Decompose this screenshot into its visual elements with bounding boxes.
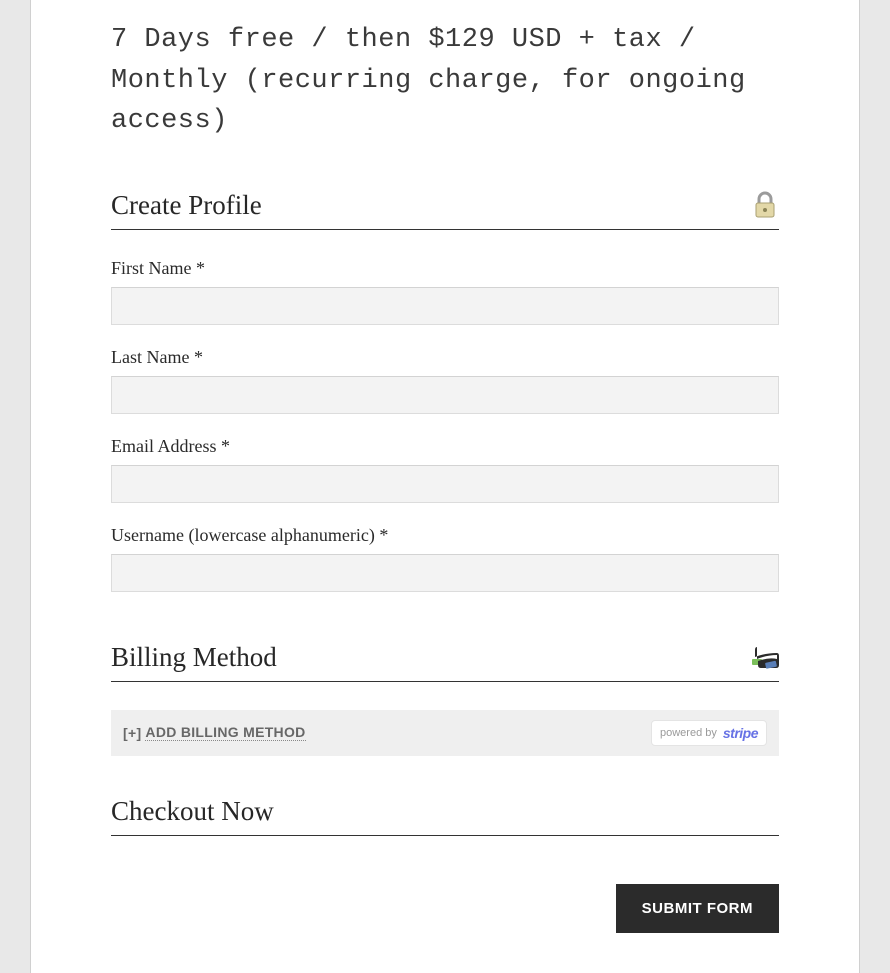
lock-icon <box>751 191 779 219</box>
submit-row: SUBMIT FORM <box>111 884 779 933</box>
username-input[interactable] <box>111 554 779 592</box>
last-name-label: Last Name * <box>111 347 779 368</box>
stripe-badge: powered by stripe <box>651 720 767 746</box>
username-group: Username (lowercase alphanumeric) * <box>111 525 779 592</box>
stripe-logo: stripe <box>723 725 758 741</box>
email-group: Email Address * <box>111 436 779 503</box>
first-name-group: First Name * <box>111 258 779 325</box>
billing-bar: [+] ADD BILLING METHOD powered by stripe <box>111 710 779 756</box>
submit-form-button[interactable]: SUBMIT FORM <box>616 884 779 933</box>
plus-icon: [+] <box>123 725 141 741</box>
checkout-heading: Checkout Now <box>111 796 779 827</box>
profile-heading: Create Profile <box>111 190 262 221</box>
first-name-label: First Name * <box>111 258 779 279</box>
checkout-heading-row: Checkout Now <box>111 796 779 836</box>
pricing-text: 7 Days free / then $129 USD + tax / Mont… <box>111 20 779 142</box>
username-label: Username (lowercase alphanumeric) * <box>111 525 779 546</box>
page-card: 7 Days free / then $129 USD + tax / Mont… <box>30 0 860 973</box>
wallet-icon <box>751 643 779 671</box>
add-billing-method-button[interactable]: [+] ADD BILLING METHOD <box>123 724 306 741</box>
billing-heading-row: Billing Method <box>111 642 779 682</box>
first-name-input[interactable] <box>111 287 779 325</box>
last-name-group: Last Name * <box>111 347 779 414</box>
powered-by-text: powered by <box>660 727 717 739</box>
profile-heading-row: Create Profile <box>111 190 779 230</box>
add-billing-label: ADD BILLING METHOD <box>145 724 305 741</box>
page-outer: 7 Days free / then $129 USD + tax / Mont… <box>0 0 890 973</box>
billing-heading: Billing Method <box>111 642 277 673</box>
last-name-input[interactable] <box>111 376 779 414</box>
email-input[interactable] <box>111 465 779 503</box>
email-label: Email Address * <box>111 436 779 457</box>
spacer <box>111 614 779 642</box>
